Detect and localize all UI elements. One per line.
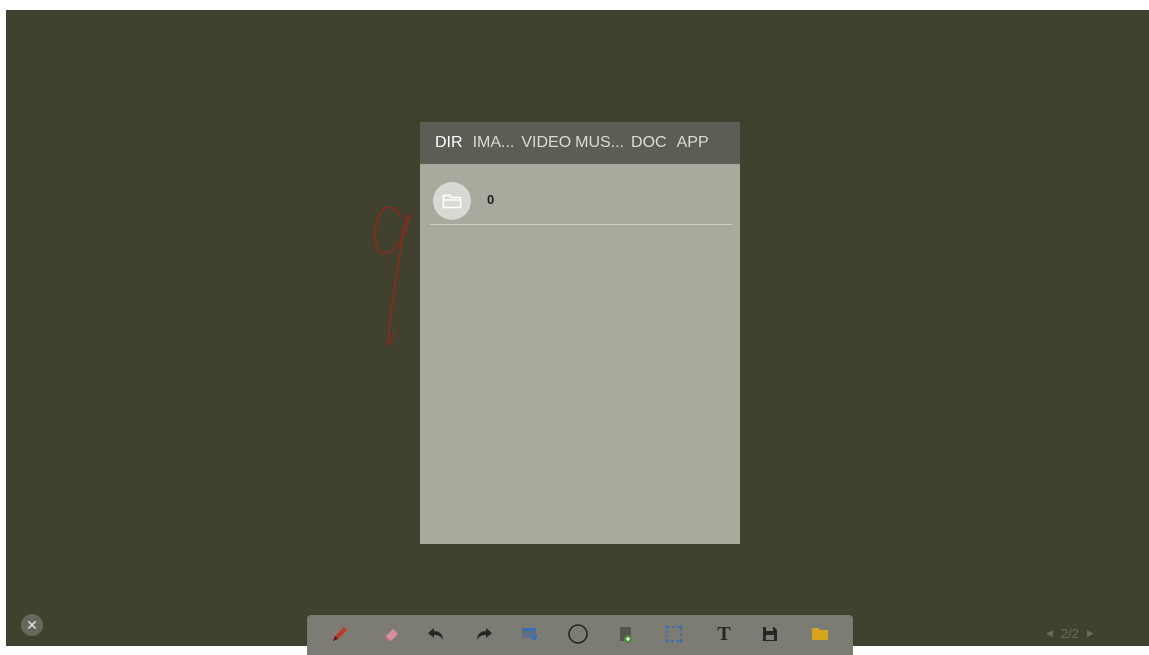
save-disk-icon: [763, 627, 777, 641]
tab-doc[interactable]: DOC: [626, 122, 672, 164]
previous-page-icon[interactable]: ◀: [1046, 628, 1053, 639]
pen-icon: [333, 627, 347, 641]
list-item-label: 0: [487, 192, 495, 207]
list-item[interactable]: 0: [430, 180, 732, 225]
file-browser-dialog: DIR IMA... VIDEO MUS... DOC APP 0: [420, 122, 740, 544]
select-tool[interactable]: [661, 621, 687, 647]
folder-icon: [812, 628, 828, 640]
selection-icon: [665, 625, 683, 643]
tab-image[interactable]: IMA...: [468, 122, 520, 164]
circle-icon: [568, 624, 588, 644]
redo-tool[interactable]: [471, 621, 497, 647]
shape-tool[interactable]: [565, 621, 591, 647]
page-indicator: 2/2: [1060, 626, 1079, 641]
tab-app[interactable]: APP: [672, 122, 714, 164]
file-type-tabs: DIR IMA... VIDEO MUS... DOC APP: [420, 122, 740, 164]
tab-music[interactable]: MUS...: [573, 122, 626, 164]
bottom-toolbar: T: [307, 615, 853, 655]
close-button[interactable]: ✕: [21, 614, 43, 636]
tab-video[interactable]: VIDEO: [519, 122, 573, 164]
eraser-icon: [385, 629, 398, 642]
save-tool[interactable]: [757, 621, 783, 647]
whiteboard-canvas[interactable]: DIR IMA... VIDEO MUS... DOC APP 0: [6, 10, 1149, 646]
add-page-icon: [620, 627, 632, 643]
undo-arrow-icon: [428, 628, 443, 640]
text-t-icon: T: [717, 622, 731, 645]
eraser-tool[interactable]: [379, 621, 405, 647]
undo-tool[interactable]: [423, 621, 449, 647]
redo-arrow-icon: [477, 628, 492, 640]
add-page-tool[interactable]: [613, 621, 639, 647]
next-page-icon[interactable]: ▶: [1087, 628, 1094, 639]
tab-dir[interactable]: DIR: [430, 122, 468, 164]
background-icon: [522, 628, 537, 640]
text-tool[interactable]: T: [711, 621, 737, 647]
page-navigator: ◀ 2/2 ▶: [1046, 626, 1094, 641]
background-tool[interactable]: [517, 621, 543, 647]
folder-icon: [433, 182, 471, 220]
pen-tool[interactable]: [327, 621, 353, 647]
folder-tool[interactable]: [807, 621, 833, 647]
